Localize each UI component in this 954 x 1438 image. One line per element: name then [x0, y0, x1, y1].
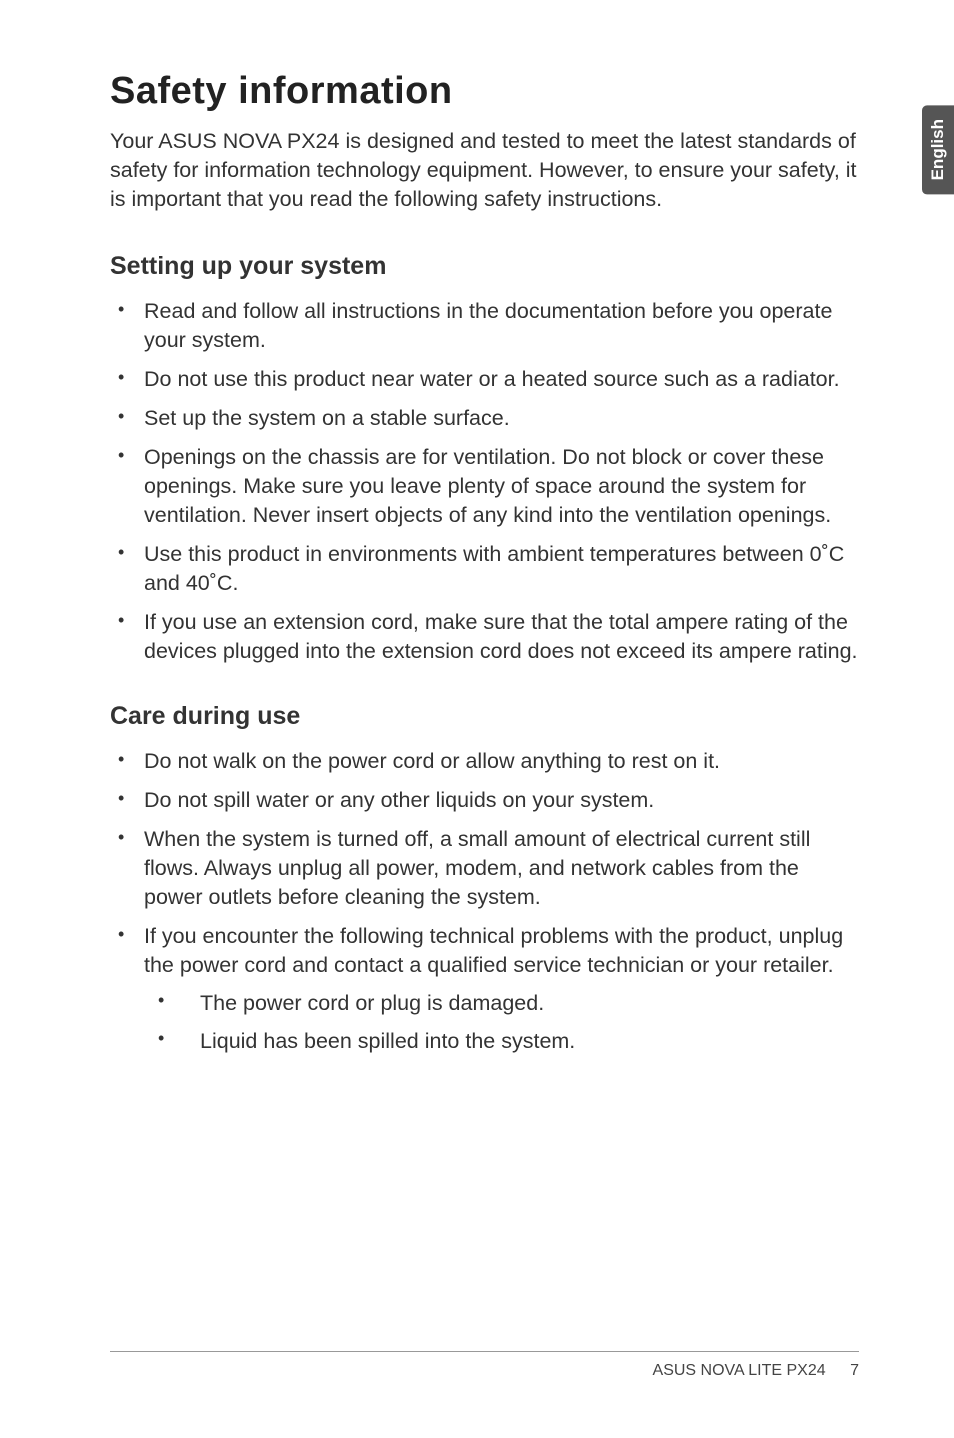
list-item: Do not use this product near water or a …	[110, 365, 859, 394]
list-item-text: If you encounter the following technical…	[144, 924, 843, 977]
list-item: The power cord or plug is damaged.	[144, 988, 859, 1018]
section-heading-care: Care during use	[110, 702, 859, 731]
care-list: Do not walk on the power cord or allow a…	[110, 747, 859, 1056]
footer-page-number: 7	[850, 1362, 859, 1379]
list-item: If you use an extension cord, make sure …	[110, 608, 859, 666]
list-item: If you encounter the following technical…	[110, 922, 859, 1056]
intro-paragraph: Your ASUS NOVA PX24 is designed and test…	[110, 127, 859, 214]
list-item: Read and follow all instructions in the …	[110, 297, 859, 355]
page-footer: ASUS NOVA LITE PX24 7	[110, 1351, 859, 1380]
language-tab: English	[922, 105, 954, 194]
setup-list: Read and follow all instructions in the …	[110, 297, 859, 666]
list-item: Liquid has been spilled into the system.	[144, 1026, 859, 1056]
list-item: Openings on the chassis are for ventilat…	[110, 443, 859, 530]
list-item: Do not spill water or any other liquids …	[110, 786, 859, 815]
list-item: Do not walk on the power cord or allow a…	[110, 747, 859, 776]
care-sublist: The power cord or plug is damaged. Liqui…	[144, 988, 859, 1056]
list-item: Set up the system on a stable surface.	[110, 404, 859, 433]
list-item: When the system is turned off, a small a…	[110, 825, 859, 912]
footer-product: ASUS NOVA LITE PX24	[653, 1362, 826, 1379]
page-title: Safety information	[110, 70, 859, 113]
list-item: Use this product in environments with am…	[110, 540, 859, 598]
section-heading-setup: Setting up your system	[110, 252, 859, 281]
